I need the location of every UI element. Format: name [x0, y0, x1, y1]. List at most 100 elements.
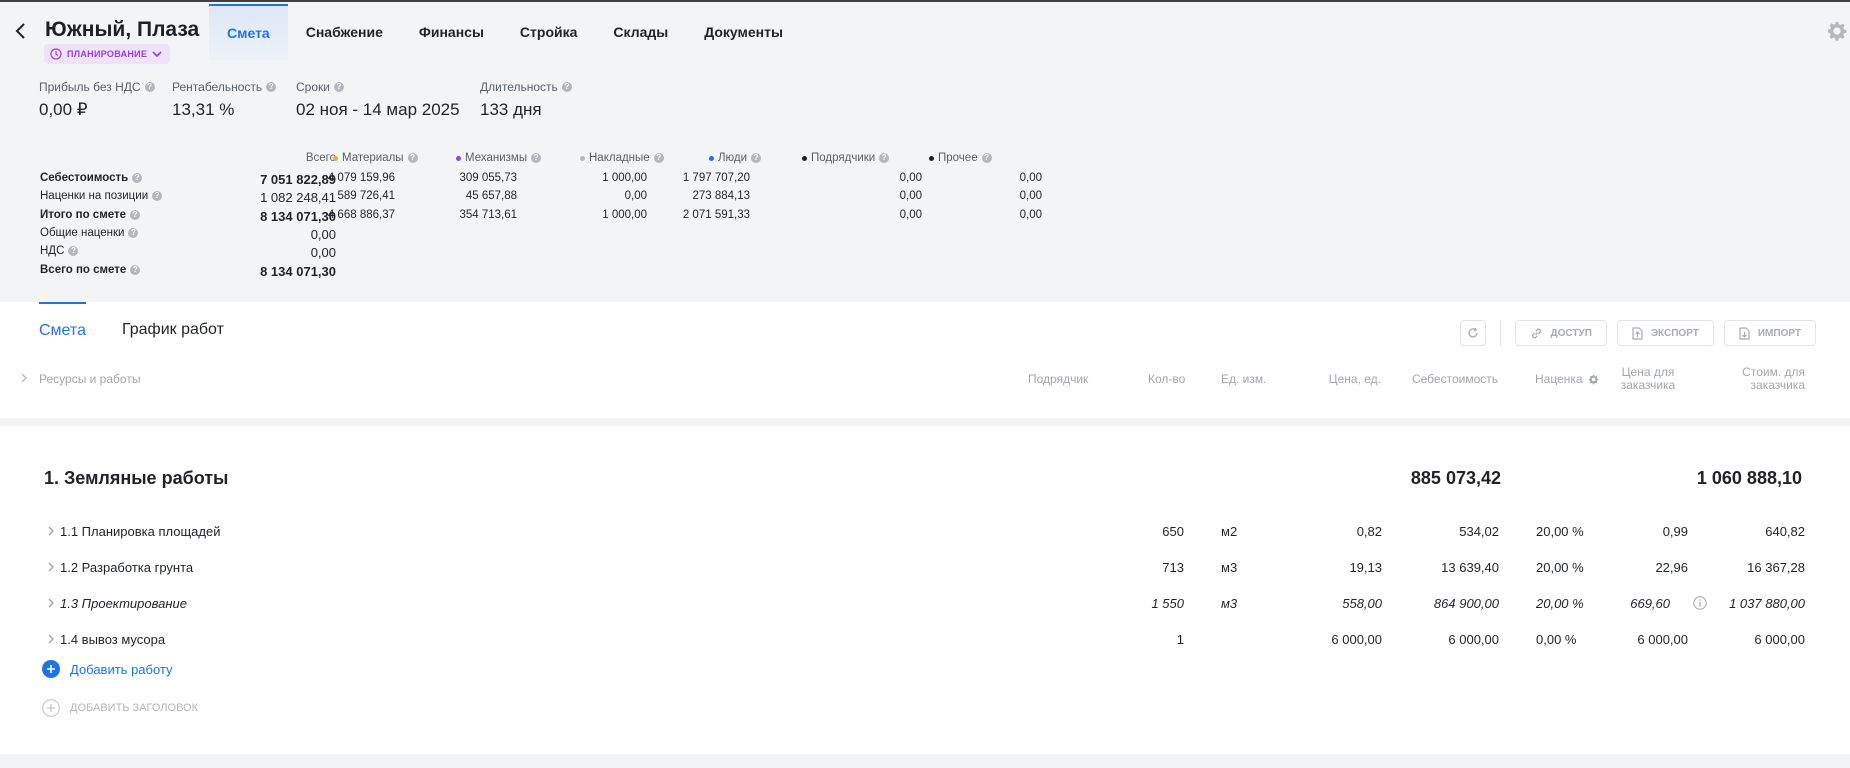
estimate-subtabs: Смета График работ	[39, 302, 224, 358]
status-dropdown[interactable]: ПЛАНИРОВАНИЕ	[44, 44, 171, 64]
help-icon[interactable]: ?	[129, 210, 140, 220]
export-file-icon	[1632, 326, 1643, 340]
kpi-value: 133 дня	[480, 100, 542, 119]
summary-cell: 0,00	[899, 190, 922, 202]
subtab-schedule[interactable]: График работ	[122, 302, 224, 358]
add-work-label: Добавить работу	[70, 661, 173, 677]
section-cost-total: 885 073,42	[1410, 468, 1501, 488]
summary-row-label: НДС?	[40, 245, 79, 257]
nav-tab-warehouses[interactable]: Склады	[595, 4, 686, 60]
chevron-right-icon[interactable]	[46, 525, 56, 537]
help-icon[interactable]: ?	[132, 173, 143, 183]
work-item-row[interactable]: 1.4 вывоз мусора 1 6 000,00 6 000,00 0,00 % 6…	[0, 622, 1850, 658]
help-icon[interactable]: ?	[751, 153, 762, 163]
help-icon[interactable]: ?	[128, 228, 139, 238]
summary-row: Наценки на позиции? 1 082 248,41 589 726,4…	[40, 190, 1042, 208]
kpi-label: Длительность	[480, 80, 558, 94]
help-icon[interactable]: ?	[152, 191, 163, 201]
work-item-client-price: 669,60	[1630, 596, 1670, 611]
chevron-right-icon[interactable]	[46, 633, 56, 645]
info-icon[interactable]	[1693, 596, 1707, 610]
refresh-icon	[1467, 327, 1478, 338]
work-item-row[interactable]: 1.3 Проектирование 1 550 м3 558,00 864 900,0…	[0, 586, 1850, 622]
clock-icon	[50, 48, 62, 60]
work-item-cost: 534,02	[1459, 524, 1499, 539]
help-icon[interactable]: ?	[333, 82, 344, 92]
refresh-button[interactable]	[1459, 320, 1486, 346]
summary-cell: 4 079 159,96	[327, 172, 395, 184]
export-label: ЭКСПОРТ	[1650, 327, 1699, 339]
table-header: Ресурсы и работы Подрядчик Кол-во Ед. из…	[0, 366, 1850, 416]
kpi-value: 02 ноя - 14 мар 2025	[296, 100, 460, 119]
work-item-qty: 650	[1162, 524, 1184, 539]
plus-circle-icon	[42, 660, 60, 678]
help-icon[interactable]: ?	[130, 265, 141, 275]
import-label: ИМПОРТ	[1757, 327, 1801, 339]
summary-cell: 4 668 886,37	[327, 209, 395, 221]
nav-tab-estimate[interactable]: Смета	[209, 4, 288, 60]
work-item-markup: 20,00 %	[1536, 596, 1584, 611]
summary-row-label: Наценки на позиции?	[40, 190, 163, 202]
summary-header-overhead: Накладные?	[580, 152, 664, 164]
col-unit: Ед. изм.	[1221, 372, 1267, 386]
work-item-cost: 6 000,00	[1448, 632, 1499, 647]
help-icon[interactable]: ?	[144, 82, 155, 92]
chevron-right-icon[interactable]	[46, 561, 56, 573]
summary-row: Всего по смете? 8 134 071,30	[40, 264, 1000, 282]
add-work-button[interactable]: Добавить работу	[42, 660, 173, 678]
help-icon[interactable]: ?	[653, 153, 664, 163]
col-cost: Себестоимость	[1411, 372, 1498, 386]
summary-row-total: 7 051 822,89	[260, 172, 336, 187]
subtab-estimate[interactable]: Смета	[39, 302, 86, 358]
expand-all-icon[interactable]	[20, 372, 28, 384]
work-item-name: 1.4 вывоз мусора	[60, 632, 166, 647]
summary-cell: 0,00	[899, 172, 922, 184]
nav-tab-construction[interactable]: Стройка	[502, 4, 595, 60]
nav-tab-finance[interactable]: Финансы	[401, 4, 502, 60]
work-item-name: 1.2 Разработка грунта	[60, 560, 194, 575]
summary-row-total: 1 082 248,41	[260, 190, 336, 205]
legend-dot	[456, 155, 461, 161]
export-button[interactable]: ЭКСПОРТ	[1616, 320, 1714, 346]
help-icon[interactable]: ?	[407, 153, 418, 163]
add-header-button[interactable]: ДОБАВИТЬ ЗАГОЛОВОК	[42, 699, 198, 717]
gear-icon[interactable]	[1826, 20, 1848, 42]
work-item-client-cost: 6 000,00	[1754, 632, 1805, 647]
nav-tab-supply[interactable]: Снабжение	[288, 4, 401, 60]
help-icon[interactable]: ?	[266, 82, 277, 92]
summary-row-label: Себестоимость?	[40, 172, 143, 184]
work-item-name: 1.1 Планировка площадей	[60, 524, 221, 539]
help-icon[interactable]: ?	[531, 153, 542, 163]
col-client-price: Цена для заказчика	[1620, 365, 1676, 392]
help-icon[interactable]: ?	[561, 82, 572, 92]
kpi-profit: Прибыль без НДС? 0,00 ₽	[39, 80, 155, 120]
work-item-cost: 13 639,40	[1441, 560, 1499, 575]
work-item-row[interactable]: 1.1 Планировка площадей 650 м2 0,82 534,02 20…	[0, 514, 1850, 550]
help-icon[interactable]: ?	[981, 153, 992, 163]
work-item-price: 0,82	[1356, 524, 1382, 539]
summary-header-total: Всего	[305, 152, 336, 164]
status-label: ПЛАНИРОВАНИЕ	[67, 49, 148, 59]
import-button[interactable]: ИМПОРТ	[1723, 320, 1816, 346]
bottom-strip	[0, 754, 1850, 768]
plus-circle-icon	[42, 699, 60, 717]
access-button[interactable]: ДОСТУП	[1514, 320, 1607, 346]
kpi-value: 0,00 ₽	[39, 100, 88, 119]
section-client-total: 1 060 888,10	[1696, 468, 1802, 488]
kpi-duration: Длительность? 133 дня	[480, 80, 572, 120]
gear-icon[interactable]	[1588, 374, 1599, 385]
back-arrow-icon[interactable]	[10, 20, 32, 42]
nav-tab-documents[interactable]: Документы	[686, 4, 801, 60]
chevron-right-icon[interactable]	[46, 597, 56, 609]
add-header-label: ДОБАВИТЬ ЗАГОЛОВОК	[70, 702, 199, 714]
work-item-row[interactable]: 1.2 Разработка грунта 713 м3 19,13 13 639,40…	[0, 550, 1850, 586]
help-icon[interactable]: ?	[68, 246, 79, 256]
summary-cell: 309 055,73	[459, 172, 517, 184]
summary-header-other: Прочее?	[929, 152, 992, 164]
col-contractor: Подрядчик	[1028, 372, 1089, 386]
help-icon[interactable]: ?	[879, 153, 890, 163]
work-item-client-cost: 16 367,28	[1747, 560, 1805, 575]
estimate-panel: Смета График работ ДОСТУП ЭКСПОРТ ИМПОРТ…	[0, 302, 1850, 768]
col-resources: Ресурсы и работы	[39, 372, 141, 386]
summary-row-total: 8 134 071,30	[260, 209, 336, 224]
